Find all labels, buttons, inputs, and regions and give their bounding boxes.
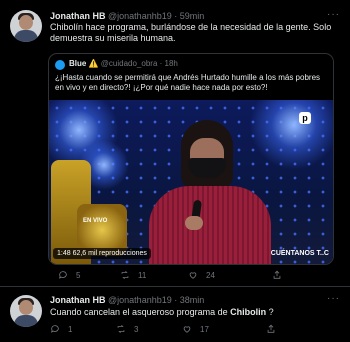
- like-icon: [189, 272, 197, 279]
- tweet[interactable]: Jonathan HB @jonathanhb19 · 38min ··· Cu…: [0, 287, 350, 342]
- separator-dot: ·: [174, 11, 178, 21]
- quote-author-handle: @cuidado_obra: [100, 59, 158, 68]
- separator-dot: ·: [159, 59, 163, 68]
- like-button[interactable]: 24: [188, 270, 215, 280]
- quoted-tweet[interactable]: Blue ⚠️ @cuidado_obra · 18h ¿¡Hasta cuan…: [48, 53, 334, 265]
- tweet-text-part: ?: [266, 307, 274, 317]
- channel-logo-icon: p: [299, 112, 311, 124]
- reply-count: 1: [68, 324, 73, 334]
- tweet-actions: 1 3 17: [50, 324, 330, 336]
- timeline-feed: Jonathan HB @jonathanhb19 · 59min ··· Ch…: [0, 0, 350, 342]
- more-icon[interactable]: ···: [327, 293, 340, 304]
- quote-timestamp: 18h: [164, 59, 178, 68]
- like-count: 24: [206, 270, 215, 280]
- video-duration: 1:48: [57, 250, 71, 257]
- avatar[interactable]: [10, 10, 42, 42]
- share-icon: [267, 324, 275, 333]
- person-hand: [185, 216, 203, 230]
- separator-dot: ·: [174, 295, 178, 305]
- person-body: [149, 186, 271, 264]
- tweet-text-bold: Chibolin: [230, 307, 267, 317]
- retweet-button[interactable]: 11: [120, 270, 146, 280]
- tweet-header: Jonathan HB @jonathanhb19 · 38min: [50, 295, 204, 305]
- reply-count: 5: [76, 270, 81, 280]
- timestamp[interactable]: 59min: [180, 11, 205, 21]
- quote-header: Blue ⚠️ @cuidado_obra · 18h: [69, 59, 178, 68]
- like-count: 17: [200, 324, 209, 334]
- retweet-icon: [117, 324, 125, 334]
- quote-text: ¿¡Hasta cuando se permitirá que Andrés H…: [55, 73, 321, 92]
- warning-icon: ⚠️: [88, 59, 99, 68]
- author-name[interactable]: Jonathan HB: [50, 11, 106, 21]
- tweet-actions: 5 11 24: [50, 270, 330, 282]
- like-icon: [183, 326, 191, 333]
- avatar[interactable]: [10, 295, 42, 327]
- reply-icon: [59, 271, 67, 279]
- tweet-text: Cuando cancelan el asqueroso programa de…: [50, 307, 340, 318]
- reply-button[interactable]: 1: [50, 324, 72, 334]
- tweet[interactable]: Jonathan HB @jonathanhb19 · 59min ··· Ch…: [0, 0, 350, 287]
- live-label: EN VIVO: [83, 218, 108, 224]
- more-icon[interactable]: ···: [327, 9, 340, 20]
- tweet-text: Chibolín hace programa, burlándose de la…: [50, 22, 332, 43]
- video-stats-badge: 1:48 62,6 mil reproducciones: [53, 248, 151, 259]
- video-views: 62,6 mil reproducciones: [72, 250, 147, 257]
- retweet-button[interactable]: 3: [116, 324, 138, 334]
- face-mask: [188, 158, 226, 178]
- timestamp[interactable]: 38min: [180, 295, 205, 305]
- retweet-icon: [121, 270, 129, 280]
- stage-light: [249, 100, 333, 170]
- reply-button[interactable]: 5: [58, 270, 80, 280]
- retweet-count: 11: [138, 270, 147, 280]
- video-player[interactable]: p EN VIVO 1:48 62,6 mil reproducciones C…: [49, 100, 333, 264]
- tweet-header: Jonathan HB @jonathanhb19 · 59min: [50, 11, 204, 21]
- share-icon: [273, 270, 281, 279]
- share-button[interactable]: [266, 324, 276, 334]
- like-button[interactable]: 17: [182, 324, 209, 334]
- author-name[interactable]: Jonathan HB: [50, 295, 106, 305]
- tweet-text-part: Cuando cancelan el asqueroso programa de: [50, 307, 231, 317]
- reply-icon: [51, 325, 59, 333]
- retweet-count: 3: [134, 324, 139, 334]
- video-watermark: CUÉNTANOS T..C: [270, 250, 329, 257]
- author-handle[interactable]: @jonathanhb19: [108, 11, 172, 21]
- share-button[interactable]: [272, 270, 282, 280]
- quote-avatar: [55, 60, 65, 70]
- quote-author-name: Blue: [69, 59, 87, 68]
- author-handle[interactable]: @jonathanhb19: [108, 295, 172, 305]
